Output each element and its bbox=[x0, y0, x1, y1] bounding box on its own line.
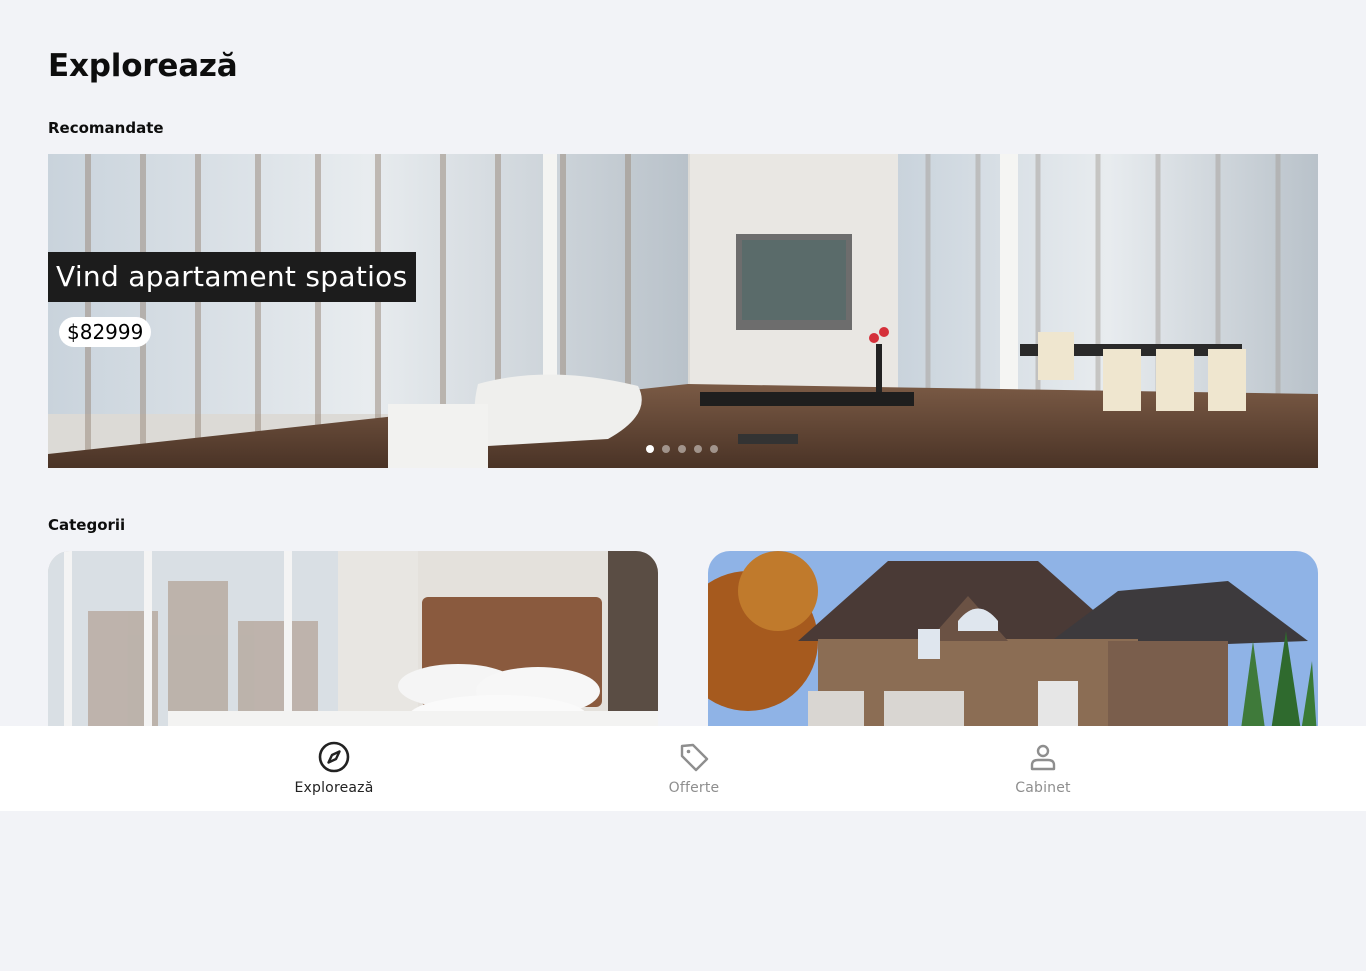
listing-title[interactable]: Vind apartament spatios bbox=[48, 252, 416, 302]
tab-cabinet[interactable]: Cabinet bbox=[943, 726, 1143, 811]
bottom-tab-bar: Explorează Offerte Cabinet bbox=[0, 726, 1366, 811]
tab-offers-label: Offerte bbox=[668, 780, 720, 796]
carousel-pagination bbox=[646, 445, 718, 453]
bedroom-photo bbox=[48, 551, 658, 751]
user-icon bbox=[1030, 744, 1056, 771]
compass-icon bbox=[318, 741, 350, 773]
tab-cabinet-label: Cabinet bbox=[1015, 780, 1071, 796]
living-room-photo bbox=[48, 154, 1318, 468]
house-photo bbox=[708, 551, 1318, 751]
recommended-carousel[interactable]: Vind apartament spatios $82999 bbox=[48, 154, 1318, 468]
category-card-bedroom[interactable] bbox=[48, 551, 658, 751]
carousel-dot[interactable] bbox=[662, 445, 670, 453]
tag-icon bbox=[680, 743, 709, 772]
category-card-house[interactable] bbox=[708, 551, 1318, 751]
recommended-section-label: Recomandate bbox=[48, 119, 164, 137]
listing-price-badge: $82999 bbox=[59, 317, 152, 347]
tab-offers[interactable]: Offerte bbox=[594, 726, 794, 811]
carousel-dot[interactable] bbox=[710, 445, 718, 453]
carousel-dot[interactable] bbox=[694, 445, 702, 453]
explore-screen: Explorează Recomandate Vind apartament s… bbox=[0, 0, 1366, 971]
tab-explore-label: Explorează bbox=[294, 780, 374, 796]
categories-section-label: Categorii bbox=[48, 516, 126, 534]
tab-explore[interactable]: Explorează bbox=[234, 726, 434, 811]
carousel-dot[interactable] bbox=[646, 445, 654, 453]
carousel-dot[interactable] bbox=[678, 445, 686, 453]
page-title: Explorează bbox=[48, 48, 238, 84]
